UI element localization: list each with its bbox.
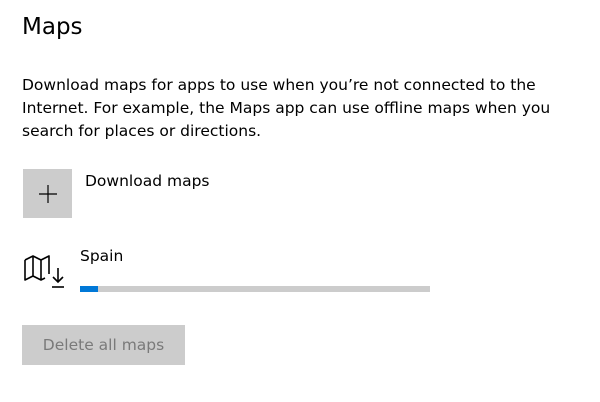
map-download-progress-fill (80, 286, 98, 292)
page-title: Maps (22, 14, 83, 40)
plus-icon (38, 184, 57, 203)
maps-settings-page: Maps Download maps for apps to use when … (0, 0, 600, 402)
download-maps-label[interactable]: Download maps (85, 172, 209, 190)
map-download-progress (80, 286, 430, 292)
download-maps-button[interactable] (23, 169, 72, 218)
map-download-icon (24, 255, 64, 288)
delete-all-maps-button[interactable]: Delete all maps (22, 325, 185, 365)
map-item-name: Spain (80, 247, 124, 265)
page-description: Download maps for apps to use when you’r… (22, 76, 551, 140)
